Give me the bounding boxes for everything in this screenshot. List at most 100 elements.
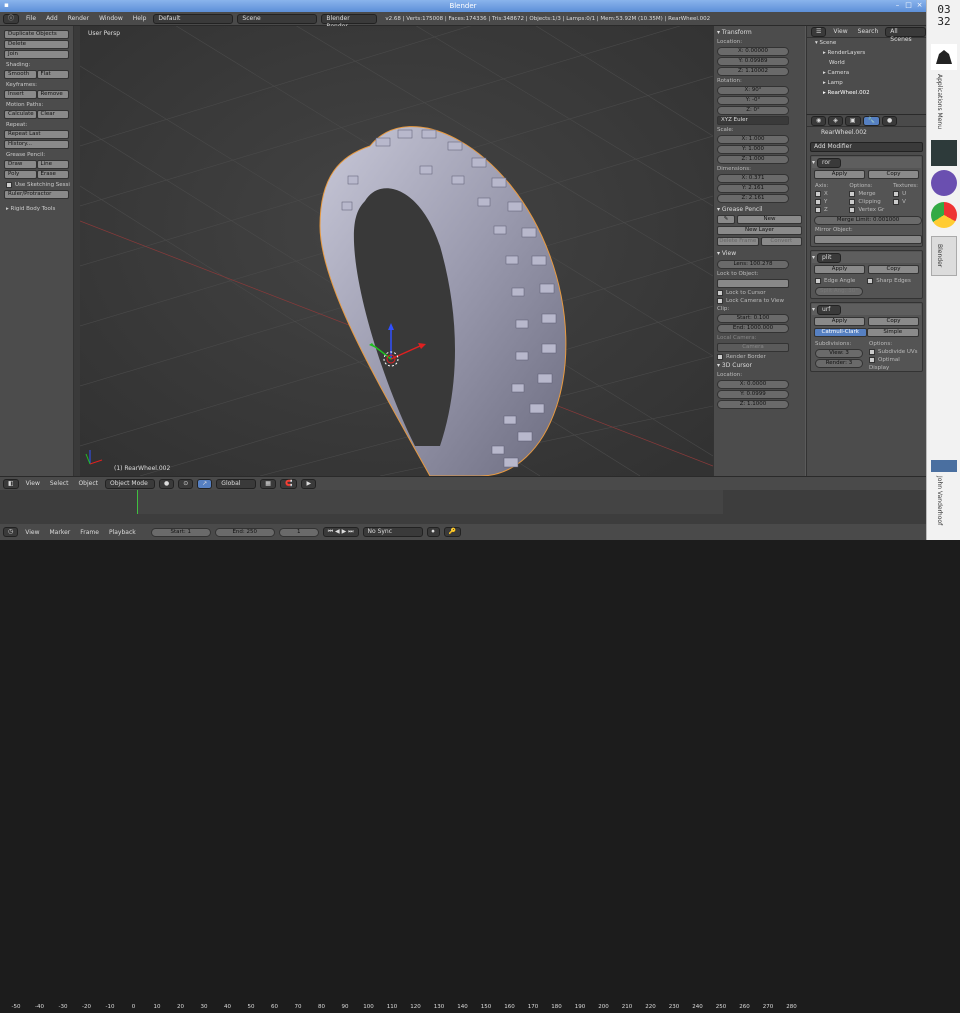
- menu-add[interactable]: Add: [43, 15, 61, 22]
- current-frame-field[interactable]: 1: [278, 527, 319, 537]
- expand-icon[interactable]: ▾: [812, 254, 815, 261]
- optimal-display-toggle[interactable]: Optimal Display: [869, 356, 918, 371]
- snap-toggle-icon[interactable]: 🧲: [279, 478, 298, 489]
- menu-window[interactable]: Window: [96, 15, 126, 22]
- subsurf-name-field[interactable]: urf: [817, 304, 842, 315]
- split-apply-button[interactable]: Apply: [814, 265, 865, 274]
- tex-v-toggle[interactable]: V: [893, 198, 918, 206]
- tex-u-toggle[interactable]: U: [893, 190, 918, 198]
- vertex-group-toggle[interactable]: Vertex Gr: [849, 206, 887, 214]
- applications-menu-icon[interactable]: [931, 44, 957, 70]
- axis-z-toggle[interactable]: Z: [815, 206, 843, 214]
- timeline[interactable]: -50 -40 -30 -20 -10 0 10 20 30 40 50 60 70 80 90 100 110…: [0, 490, 926, 1010]
- tex-v-checkbox[interactable]: [893, 198, 900, 205]
- scene-tab-icon[interactable]: ◈: [828, 115, 843, 126]
- smooth-button[interactable]: Smooth: [4, 70, 37, 79]
- clip-start-field[interactable]: Start: 0.100: [717, 314, 789, 323]
- sync-select[interactable]: No Sync: [362, 527, 423, 537]
- timeline-editor-icon[interactable]: ◷: [3, 527, 19, 537]
- record-button-icon[interactable]: ⏺: [426, 527, 440, 537]
- start-frame-field[interactable]: Start: 1: [150, 527, 211, 537]
- outliner-camera[interactable]: ▸ Camera: [807, 68, 926, 78]
- edge-split-name-field[interactable]: plit: [817, 252, 842, 263]
- playback-controls-icon[interactable]: ⏮ ◀ ▶ ⏭: [322, 527, 359, 537]
- rotation-y-field[interactable]: Y: -0°: [717, 96, 789, 105]
- material-tab-icon[interactable]: ●: [882, 115, 898, 126]
- location-x-field[interactable]: X: 0.00000: [717, 47, 789, 56]
- outliner-world[interactable]: World: [807, 58, 926, 68]
- merge-limit-field[interactable]: Merge Limit: 0.001000: [814, 216, 922, 225]
- terminal-icon[interactable]: [931, 140, 957, 166]
- viewport-editor-icon[interactable]: ◧: [3, 478, 19, 489]
- viewport-select-menu[interactable]: Select: [47, 480, 72, 487]
- mode-select[interactable]: Object Mode: [104, 478, 155, 489]
- sketching-toggle[interactable]: Use Sketching Sessi: [0, 181, 73, 189]
- merge-toggle[interactable]: Merge: [849, 190, 887, 198]
- subsurf-copy-button[interactable]: Copy: [868, 317, 919, 326]
- cursor-x-field[interactable]: X: 0.0000: [717, 380, 789, 389]
- erase-button[interactable]: Erase: [36, 170, 69, 179]
- subdivide-uvs-checkbox[interactable]: [869, 348, 875, 355]
- scale-y-field[interactable]: Y: 1.000: [717, 145, 789, 154]
- edge-angle-checkbox[interactable]: [815, 277, 821, 284]
- object-tab-icon[interactable]: ▣: [844, 115, 861, 126]
- lock-camera-toggle[interactable]: Lock Camera to View: [717, 297, 802, 305]
- render-engine-select[interactable]: Blender Render: [321, 13, 378, 30]
- merge-checkbox[interactable]: [849, 190, 856, 197]
- viewport-object-menu[interactable]: Object: [75, 480, 101, 487]
- delete-button[interactable]: Delete: [4, 40, 69, 49]
- render-preview-icon[interactable]: ▶: [301, 478, 317, 489]
- minimize-icon[interactable]: –: [893, 1, 902, 10]
- end-frame-field[interactable]: End: 250: [214, 527, 275, 537]
- menu-render[interactable]: Render: [65, 15, 92, 22]
- draw-button[interactable]: Draw: [4, 160, 37, 169]
- cursor-y-field[interactable]: Y: 0.0999: [717, 390, 789, 399]
- orientation-select[interactable]: Global: [216, 478, 257, 489]
- mirror-copy-button[interactable]: Copy: [868, 170, 919, 179]
- convert-button[interactable]: Convert: [760, 237, 802, 246]
- location-y-field[interactable]: Y: 0.09989: [717, 57, 789, 66]
- axis-y-toggle[interactable]: Y: [815, 198, 843, 206]
- flat-button[interactable]: Flat: [36, 70, 69, 79]
- outliner-search-menu[interactable]: Search: [855, 28, 882, 35]
- close-icon[interactable]: ×: [915, 1, 924, 10]
- render-border-toggle[interactable]: Render Border: [717, 353, 802, 361]
- scene-select[interactable]: Scene: [237, 13, 318, 24]
- expand-icon[interactable]: ▾: [812, 159, 815, 166]
- local-camera-field[interactable]: Camera: [717, 343, 789, 352]
- clock[interactable]: 03 32: [931, 4, 957, 28]
- outliner-renderlayers[interactable]: ▸ RenderLayers: [807, 48, 926, 58]
- add-modifier-select[interactable]: Add Modifier: [810, 142, 923, 152]
- clipping-checkbox[interactable]: [849, 198, 856, 205]
- split-angle-field[interactable]: Split Ang: 30°: [815, 287, 863, 296]
- clipping-toggle[interactable]: Clipping: [849, 198, 887, 206]
- calculate-button[interactable]: Calculate: [4, 110, 37, 119]
- simple-button[interactable]: Simple: [866, 328, 919, 337]
- mirror-name-field[interactable]: ror: [817, 157, 842, 168]
- timeline-view-menu[interactable]: View: [22, 529, 42, 536]
- transform-panel-header[interactable]: ▾ Transform: [717, 28, 802, 38]
- clear-button[interactable]: Clear: [36, 110, 69, 119]
- layers-widget-icon[interactable]: ▦: [260, 478, 276, 489]
- rigid-body-panel-header[interactable]: ▸ Rigid Body Tools: [0, 205, 73, 213]
- render-border-checkbox[interactable]: [717, 353, 723, 360]
- manipulator-toggle-icon[interactable]: ↗: [197, 478, 213, 489]
- new-layer-button[interactable]: New Layer: [717, 226, 802, 235]
- viewport-view-menu[interactable]: View: [23, 480, 43, 487]
- render-levels-field[interactable]: Render: 3: [815, 359, 863, 368]
- outliner-editor-icon[interactable]: ☰: [811, 26, 827, 37]
- ruler-button[interactable]: Ruler/Protractor: [4, 190, 69, 199]
- blender-task-button[interactable]: [931, 236, 957, 276]
- maximize-icon[interactable]: □: [904, 1, 913, 10]
- poly-button[interactable]: Poly: [4, 170, 37, 179]
- repeat-last-button[interactable]: Repeat Last: [4, 130, 69, 139]
- expand-icon[interactable]: ▾: [812, 306, 815, 313]
- sharp-edges-checkbox[interactable]: [867, 277, 874, 284]
- dimensions-x-field[interactable]: X: 0.371: [717, 174, 789, 183]
- render-tab-icon[interactable]: ◉: [811, 115, 827, 126]
- outliner-lamp[interactable]: ▸ Lamp: [807, 78, 926, 88]
- lock-object-field[interactable]: [717, 279, 789, 288]
- lock-cursor-toggle[interactable]: Lock to Cursor: [717, 289, 802, 297]
- sharp-edges-toggle[interactable]: Sharp Edges: [867, 277, 911, 285]
- history-button[interactable]: History...: [4, 140, 69, 149]
